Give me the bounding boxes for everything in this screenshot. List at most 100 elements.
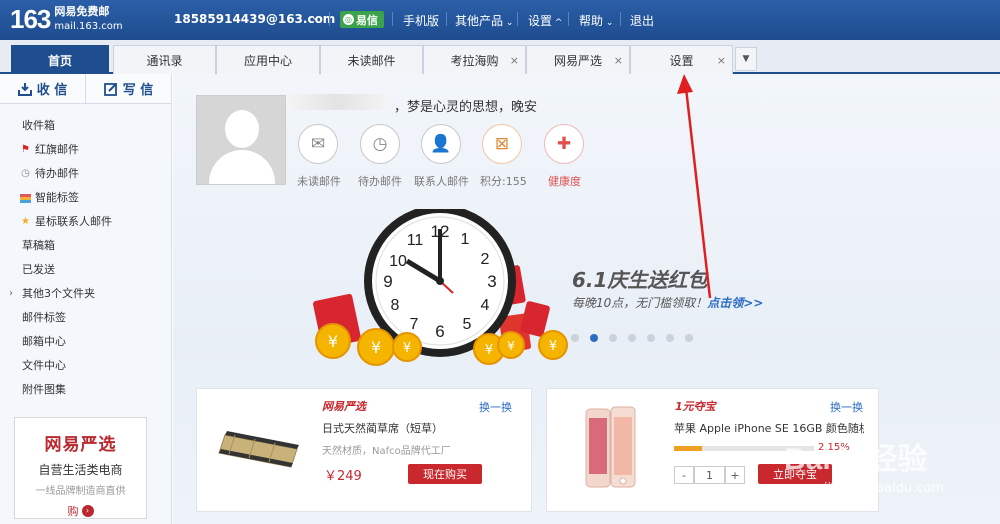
tab-label: 设置 bbox=[669, 53, 694, 68]
folder-others[interactable]: › 其他3个文件夹 bbox=[0, 282, 171, 306]
clock-number: 5 bbox=[463, 316, 472, 333]
folder-label: 收件箱 bbox=[22, 119, 55, 132]
folder-starred-contacts[interactable]: ★ 星标联系人邮件 bbox=[0, 210, 171, 234]
clock-icon: ◷ bbox=[21, 168, 30, 179]
banner-subtitle: 每晚10点，无门槛领取！点击领>> bbox=[572, 294, 763, 311]
carousel-dot[interactable] bbox=[628, 334, 636, 342]
qty-input[interactable]: 1 bbox=[694, 466, 725, 484]
receive-label: 收 信 bbox=[36, 83, 68, 98]
swap-link[interactable]: 换一换 bbox=[479, 399, 512, 415]
folder-mail-tags[interactable]: 邮件标签 bbox=[0, 306, 171, 330]
receive-button[interactable]: 收 信 bbox=[0, 74, 85, 103]
folder-smart-tags[interactable]: 智能标签 bbox=[0, 186, 171, 210]
qty-minus-button[interactable]: - bbox=[674, 466, 694, 484]
svg-text:¥: ¥ bbox=[507, 339, 515, 353]
promo-title: 网易严选 bbox=[44, 435, 117, 455]
folder-mail-center[interactable]: 邮箱中心 bbox=[0, 330, 171, 354]
red-flag-icon: ⚑ bbox=[21, 144, 30, 155]
yixin-button[interactable]: ◎ 易信 bbox=[340, 11, 384, 28]
carousel-dot[interactable] bbox=[666, 334, 674, 342]
promo-cta[interactable]: 购 › bbox=[15, 503, 146, 519]
tab-label: 考拉海购 bbox=[450, 53, 499, 68]
tab-contacts[interactable]: 通讯录 bbox=[113, 45, 216, 74]
arrow-right-icon: › bbox=[81, 505, 94, 517]
qty-plus-button[interactable]: + bbox=[725, 466, 745, 484]
folder-attachments[interactable]: 附件图集 bbox=[0, 378, 171, 402]
brand-label: 1元夺宝 bbox=[675, 400, 716, 413]
chevron-down-icon: ⌄ bbox=[503, 18, 514, 28]
compose-icon bbox=[103, 82, 117, 96]
close-icon[interactable]: × bbox=[510, 54, 519, 67]
points-icon[interactable]: ⊠ bbox=[482, 124, 522, 164]
envelope-icon[interactable]: ✉ bbox=[298, 124, 338, 164]
tab-yanxuan[interactable]: 网易严选 × bbox=[526, 45, 630, 74]
other-products-label: 其他产品 bbox=[455, 14, 504, 28]
mobile-link[interactable]: 手机版 bbox=[403, 12, 439, 29]
promo-desc: 一线品牌制造商直供 bbox=[35, 486, 126, 497]
settings-label: 设置 bbox=[528, 14, 553, 28]
yanxuan-promo[interactable]: 网易严选 自营生活类电商 一线品牌制造商直供 购 › bbox=[14, 417, 147, 519]
phone-image[interactable] bbox=[585, 405, 637, 491]
quick-label-todo[interactable]: 待办邮件 bbox=[358, 173, 402, 189]
settings-link[interactable]: 设置 ^ bbox=[528, 12, 562, 29]
carousel-dot[interactable] bbox=[609, 334, 617, 342]
folder-drafts[interactable]: 草稿箱 bbox=[0, 234, 171, 258]
compose-label: 写 信 bbox=[122, 83, 154, 98]
chevron-right-icon[interactable]: › bbox=[9, 282, 13, 306]
tab-home[interactable]: 首页 bbox=[11, 45, 109, 74]
folder-flagged[interactable]: ⚑ 红旗邮件 bbox=[0, 138, 171, 162]
chevron-down-icon: ▼ bbox=[742, 54, 750, 64]
quick-label-unread[interactable]: 未读邮件 bbox=[297, 173, 341, 189]
clock-icon[interactable]: ◷ bbox=[360, 124, 400, 164]
tab-label: 应用中心 bbox=[243, 53, 292, 68]
folder-label: 已发送 bbox=[22, 263, 55, 276]
carousel-dot[interactable] bbox=[647, 334, 655, 342]
folder-file-center[interactable]: 文件中心 bbox=[0, 354, 171, 378]
mat-image[interactable] bbox=[215, 427, 307, 471]
chevron-up-icon: ^ bbox=[552, 18, 563, 28]
greeting-text: ，梦是心灵的思想，晚安 bbox=[394, 100, 538, 115]
tab-app-center[interactable]: 应用中心 bbox=[216, 45, 320, 74]
clock-number: 2 bbox=[481, 251, 490, 268]
quick-label-points[interactable]: 积分:155 bbox=[480, 173, 527, 189]
buy-now-button[interactable]: 现在购买 bbox=[408, 464, 482, 484]
carousel-dot-active[interactable] bbox=[590, 334, 598, 342]
contact-icon[interactable]: 👤 bbox=[421, 124, 461, 164]
mail-logo[interactable]: 163 网易免费邮 mail.163.com bbox=[10, 6, 123, 33]
help-link[interactable]: 帮助 ⌄ bbox=[579, 12, 613, 29]
product-name[interactable]: 日式天然蔺草席（短草） bbox=[322, 420, 443, 436]
tab-overflow-button[interactable]: ▼ bbox=[735, 47, 757, 71]
folder-sent[interactable]: 已发送 bbox=[0, 258, 171, 282]
yixin-label: 易信 bbox=[356, 13, 378, 27]
promo-subtitle: 自营生活类电商 bbox=[38, 463, 123, 477]
tab-label: 未读邮件 bbox=[347, 53, 396, 68]
tab-unread[interactable]: 未读邮件 bbox=[320, 45, 423, 74]
blurred-username bbox=[288, 94, 388, 110]
clock-number: 1 bbox=[461, 231, 470, 248]
banner-illustration[interactable]: 12 1 2 3 4 5 6 7 8 9 10 11 ¥ ¥ ¥ ¥ ¥ ¥ bbox=[303, 209, 573, 369]
quick-label-health[interactable]: 健康度 bbox=[548, 173, 581, 189]
avatar[interactable] bbox=[196, 95, 286, 185]
folder-inbox[interactable]: 收件箱 bbox=[0, 114, 171, 138]
compose-button[interactable]: 写 信 bbox=[85, 74, 171, 103]
carousel-dot[interactable] bbox=[571, 334, 579, 342]
product-desc: 天然材质，Nafco品牌代工厂 bbox=[322, 446, 451, 457]
tab-kaola[interactable]: 考拉海购 × bbox=[423, 45, 526, 74]
swap-link[interactable]: 换一换 bbox=[830, 399, 863, 415]
folder-list: 收件箱 ⚑ 红旗邮件 ◷ 待办邮件 智能标签 ★ 星标联系人邮件 草稿箱 已发送 › 其… bbox=[0, 114, 171, 402]
logout-link[interactable]: 退出 bbox=[630, 12, 654, 29]
carousel-dot[interactable] bbox=[685, 334, 693, 342]
health-icon[interactable]: ✚ bbox=[544, 124, 584, 164]
logo-domain: mail.163.com bbox=[54, 21, 123, 32]
clock-number: 11 bbox=[407, 232, 424, 249]
close-icon[interactable]: × bbox=[717, 54, 726, 67]
folder-label: 邮件标签 bbox=[22, 311, 66, 324]
product-card-yanxuan: 网易严选 换一换 日式天然蔺草席（短草） 天然材质，Nafco品牌代工厂 ￥24… bbox=[196, 388, 532, 512]
chevron-down-icon[interactable]: ⌄ bbox=[311, 12, 319, 23]
product-price: ￥249 bbox=[324, 469, 362, 484]
other-products-link[interactable]: 其他产品 ⌄ bbox=[455, 12, 513, 29]
folder-todo[interactable]: ◷ 待办邮件 bbox=[0, 162, 171, 186]
top-bar: 163 网易免费邮 mail.163.com 18585914439@163.c… bbox=[0, 0, 1000, 40]
close-icon[interactable]: × bbox=[614, 54, 623, 67]
quick-label-contacts[interactable]: 联系人邮件 bbox=[414, 173, 469, 189]
